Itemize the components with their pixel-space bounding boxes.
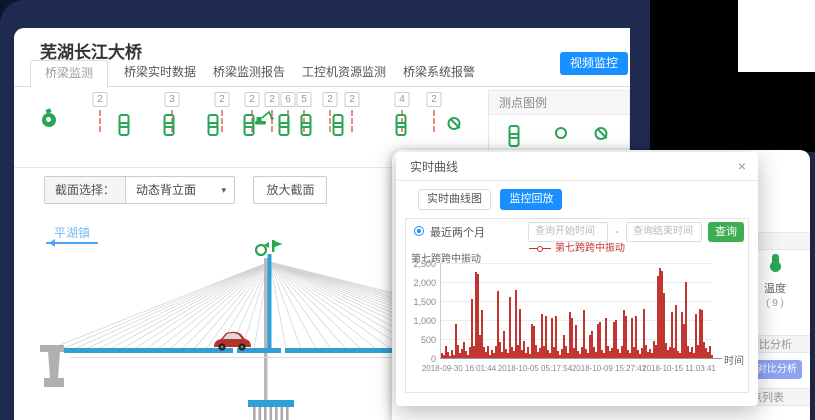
x-tick-label: 2018-10-09 15:27:41 bbox=[572, 364, 646, 373]
realtime-chart-tab[interactable]: 实时曲线图 bbox=[418, 189, 491, 210]
section-select-value: 动态背立面 bbox=[136, 183, 196, 197]
chain-sensor-icon[interactable] bbox=[163, 114, 174, 132]
y-tick-label: 1,000 bbox=[406, 316, 436, 326]
crane-sensor-icon[interactable] bbox=[254, 110, 274, 131]
sensor-count-badge: 2 bbox=[323, 92, 338, 107]
pylon-sensor-icons bbox=[256, 240, 283, 255]
sensor-count-badge: 3 bbox=[165, 92, 180, 107]
legend-series-label: 第七跨跨中振动 bbox=[555, 243, 625, 254]
y-tick-label: 500 bbox=[406, 335, 436, 345]
legend-line-marker-icon bbox=[529, 246, 551, 251]
sensor-dashed-line bbox=[221, 110, 223, 132]
sensor-count-badge: 2 bbox=[265, 92, 280, 107]
screen: 芜湖长江大桥 桥梁监测桥梁实时数据桥梁监测报告工控机资源监测桥梁系统报警 视频监… bbox=[0, 0, 815, 420]
disabled-sensor-icon[interactable] bbox=[448, 117, 461, 130]
chevron-down-icon: ▾ bbox=[221, 177, 226, 203]
compare-analysis-button[interactable]: 对比分析 bbox=[752, 360, 802, 379]
sensor-dashed-line bbox=[351, 110, 353, 132]
x-axis-line bbox=[440, 358, 722, 359]
tab-0[interactable]: 桥梁监测 bbox=[30, 60, 108, 88]
abutment bbox=[40, 345, 64, 387]
sensor-count-badge: 5 bbox=[297, 92, 312, 107]
sensor-count-badge: 2 bbox=[345, 92, 360, 107]
chain-sensor-icon[interactable] bbox=[508, 125, 519, 143]
chain-sensor-icon[interactable] bbox=[118, 114, 129, 132]
video-monitor-button[interactable]: 视频监控 bbox=[560, 52, 628, 75]
chain-sensor-icon[interactable] bbox=[300, 114, 311, 132]
x-tick-label: 2018-09-30 16:01:44 bbox=[422, 364, 496, 373]
chain-sensor-icon[interactable] bbox=[332, 114, 343, 132]
modal-title: 实时曲线 bbox=[396, 160, 458, 174]
tab-bar: 桥梁监测桥梁实时数据桥梁监测报告工控机资源监测桥梁系统报警 视频监控 bbox=[14, 60, 630, 87]
x-axis-name: 时间 bbox=[724, 352, 744, 367]
sensor-dashed-line bbox=[433, 110, 435, 132]
chart-bars bbox=[441, 263, 712, 358]
close-icon[interactable]: × bbox=[738, 152, 746, 181]
enlarge-section-button[interactable]: 放大截面 bbox=[253, 176, 327, 204]
wind-sensor-icon[interactable] bbox=[42, 113, 56, 127]
sensor-count-badge: 2 bbox=[93, 92, 108, 107]
chain-sensor-icon[interactable] bbox=[278, 114, 289, 132]
chain-sensor-icon[interactable] bbox=[243, 114, 254, 132]
thermometer-icon bbox=[772, 254, 779, 267]
section-select-label: 截面选择： bbox=[45, 177, 126, 203]
chart-plot-area bbox=[440, 263, 712, 358]
direction-label: 平湖镇 bbox=[54, 224, 90, 241]
sensor-dashed-line bbox=[99, 110, 101, 132]
y-tick-label: 0 bbox=[406, 354, 436, 364]
sensor-count-badge: 4 bbox=[395, 92, 410, 107]
section-select-dropdown[interactable]: 动态背立面 ▾ bbox=[126, 177, 234, 203]
modal-mode-buttons: 实时曲线图 监控回放 bbox=[418, 189, 562, 210]
y-tick-label: 2,000 bbox=[406, 278, 436, 288]
section-selector-row: 截面选择： 动态背立面 ▾ 放大截面 bbox=[44, 176, 327, 204]
ring-sensor-icon[interactable] bbox=[555, 127, 567, 139]
x-tick-label: 2018-10-05 05:17:54 bbox=[498, 364, 572, 373]
car bbox=[214, 332, 251, 351]
chart-container: 最近两个月 查询开始时间 - 查询结束时间 查询 第七跨跨中振动 第七跨跨中振动… bbox=[405, 218, 749, 393]
background-window-corner bbox=[738, 0, 815, 72]
sensor-count-badge: 2 bbox=[215, 92, 230, 107]
realtime-curve-modal: 实时曲线 × 实时曲线图 监控回放 最近两个月 查询开始时间 - 查询结束时间 … bbox=[396, 152, 758, 406]
y-tick-label: 2,500 bbox=[406, 259, 436, 269]
legend-panel-icons bbox=[489, 115, 629, 155]
sensor-count-badge: 2 bbox=[427, 92, 442, 107]
tab-3[interactable]: 工控机资源监测 bbox=[288, 60, 400, 87]
playback-tab[interactable]: 监控回放 bbox=[500, 189, 562, 210]
no-entry-icon[interactable] bbox=[595, 127, 608, 140]
chain-sensor-icon[interactable] bbox=[395, 114, 406, 132]
modal-header: 实时曲线 × bbox=[396, 152, 758, 181]
x-tick-label: 2018-10-15 11:03:41 bbox=[642, 364, 716, 373]
chain-sensor-icon[interactable] bbox=[207, 114, 218, 132]
last-two-months-radio[interactable] bbox=[414, 226, 424, 236]
tab-4[interactable]: 桥梁系统报警 bbox=[389, 60, 489, 87]
legend-panel-title: 测点图例 bbox=[489, 91, 629, 115]
tab-1[interactable]: 桥梁实时数据 bbox=[110, 60, 210, 87]
last-two-months-label: 最近两个月 bbox=[430, 224, 485, 240]
y-tick-label: 1,500 bbox=[406, 297, 436, 307]
sensor-count-badge: 6 bbox=[281, 92, 296, 107]
sensor-count-badge: 2 bbox=[245, 92, 260, 107]
tab-2[interactable]: 桥梁监测报告 bbox=[199, 60, 299, 87]
